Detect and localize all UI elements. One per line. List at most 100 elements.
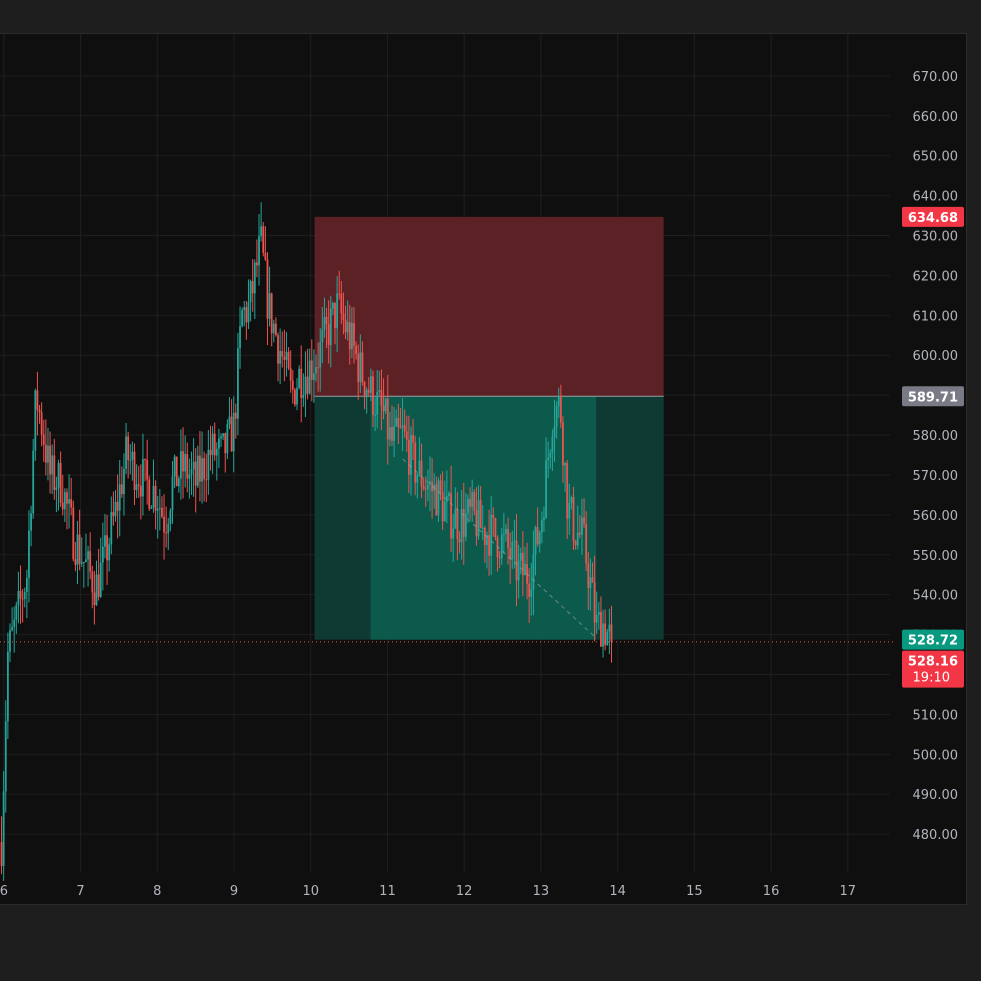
candle-body	[2, 791, 5, 867]
candle-body	[87, 551, 89, 560]
candle-body	[302, 394, 305, 399]
candle-body	[608, 624, 611, 632]
candle-body	[384, 398, 387, 412]
candle	[21, 589, 24, 623]
candle	[80, 537, 83, 568]
candle-body	[80, 562, 83, 564]
candle-body	[78, 534, 81, 564]
price-chart[interactable]: 670.00 660.00 650.00 640.00 630.00 620.00 610.…	[0, 34, 967, 906]
candle-body	[150, 507, 153, 509]
candle-body	[222, 433, 225, 437]
candle-body	[545, 460, 547, 518]
candle-body	[469, 498, 471, 507]
candle-body	[266, 259, 269, 319]
candle-body	[578, 532, 581, 535]
price-axis[interactable]: 670.00 660.00 650.00 640.00 630.00 620.00 610.…	[913, 70, 959, 843]
y-tick-label: 640.00	[913, 190, 959, 205]
candle	[264, 226, 267, 261]
candle-body	[367, 389, 370, 393]
y-tick-label: 510.00	[913, 708, 959, 723]
candle	[182, 427, 184, 499]
candle-body	[414, 442, 417, 483]
candle-body	[169, 510, 172, 524]
candle-body	[464, 513, 467, 537]
y-tick-label: 670.00	[913, 70, 959, 85]
candle-body	[416, 474, 419, 483]
x-tick-label: 10	[302, 884, 319, 899]
candle-body	[264, 252, 267, 260]
candle	[277, 332, 279, 382]
candle-body	[566, 462, 569, 519]
candle-body	[21, 598, 24, 600]
candle-body	[97, 574, 100, 597]
candle	[306, 348, 309, 400]
candle-body	[158, 507, 161, 509]
candle	[304, 351, 307, 418]
candle	[99, 537, 102, 598]
y-tick-label: 560.00	[913, 509, 959, 524]
candle-body	[350, 323, 353, 350]
candle-body	[251, 281, 254, 294]
candle-body	[146, 459, 149, 480]
candle	[245, 301, 248, 340]
candle	[15, 601, 18, 634]
candle-body	[405, 431, 408, 440]
candle	[192, 438, 195, 497]
candle	[296, 378, 298, 411]
candle-body	[310, 360, 313, 381]
candle-body	[116, 501, 119, 511]
candle	[294, 387, 296, 407]
y-tick-label: 550.00	[913, 549, 959, 564]
candle-body	[559, 395, 562, 423]
y-tick-label: 660.00	[913, 110, 959, 125]
candle	[63, 488, 66, 523]
candle-body	[456, 509, 459, 540]
candle-body	[450, 493, 452, 539]
time-axis[interactable]: 6 7 8 9 10 11 12 13 14 15 16 17	[0, 884, 856, 899]
candle	[9, 623, 11, 663]
candle-body	[171, 476, 174, 511]
candle-body	[344, 319, 347, 333]
candle-body	[283, 356, 286, 360]
candle-body	[188, 474, 191, 479]
x-tick-label: 7	[76, 884, 84, 899]
y-tick-label: 620.00	[913, 269, 959, 284]
candle-body	[410, 434, 412, 475]
candle	[213, 422, 216, 461]
candle-body	[452, 528, 455, 539]
candle-body	[120, 484, 123, 495]
candle-body	[224, 433, 227, 454]
candle-body	[420, 460, 423, 487]
candle	[165, 506, 168, 548]
target-badge: 528.72	[902, 629, 964, 650]
candle	[42, 419, 45, 462]
candle-body	[226, 424, 229, 454]
candle	[300, 345, 303, 423]
candle-body	[11, 626, 13, 631]
candle	[205, 453, 208, 503]
candle-body	[38, 409, 41, 413]
candle-body	[412, 434, 414, 443]
candle-body	[30, 513, 32, 531]
candle-body	[272, 323, 275, 334]
candle-body	[568, 502, 571, 519]
candle-body	[369, 376, 372, 393]
candle-body	[315, 367, 317, 374]
candle-body	[230, 416, 233, 452]
candle	[226, 419, 229, 460]
candle	[17, 571, 20, 624]
position-tool[interactable]	[314, 216, 664, 640]
x-tick-label: 14	[609, 884, 626, 899]
candle-body	[363, 382, 366, 396]
candle	[139, 464, 142, 520]
candle	[211, 426, 214, 474]
candle-body	[353, 323, 355, 346]
candle-body	[534, 527, 537, 555]
candle	[76, 520, 79, 584]
candle-body	[498, 557, 501, 559]
candle-body	[285, 351, 288, 360]
chart-panel[interactable]: 670.00 660.00 650.00 640.00 630.00 620.00 610.…	[0, 33, 967, 905]
candle-body	[163, 516, 165, 533]
candle-body	[127, 436, 130, 461]
candle-body	[142, 459, 144, 497]
